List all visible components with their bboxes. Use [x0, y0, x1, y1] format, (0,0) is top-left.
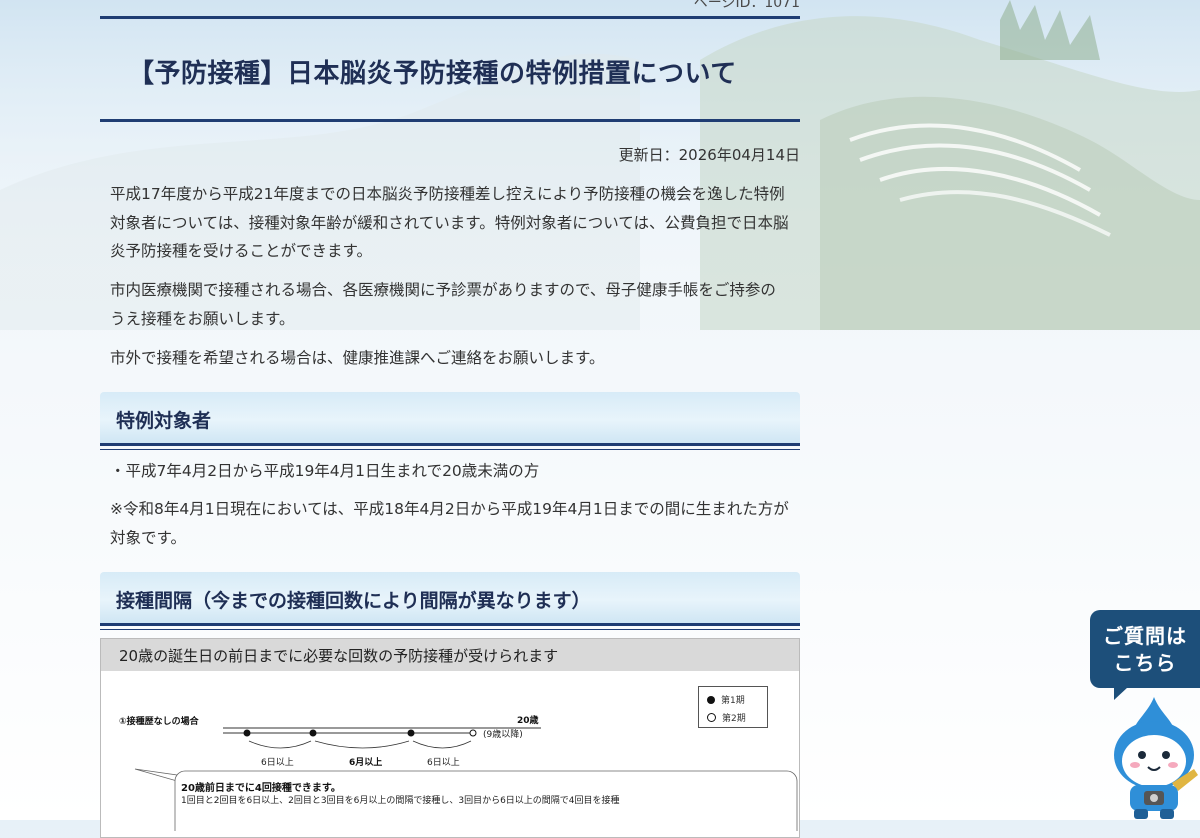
interval-diagram: 20歳の誕生日の前日までに必要な回数の予防接種が受けられます 第1期 第2期 ①… [100, 638, 800, 838]
page-title: 【予防接種】日本脳炎予防接種の特例措置について [128, 59, 737, 89]
eligible-item: ・平成7年4月2日から平成19年4月1日生まれで20歳未満の方 [110, 462, 540, 480]
section-title: 接種間隔（今までの接種回数により間隔が異なります） [116, 590, 591, 612]
section-heading-eligible: 特例対象者 [100, 392, 800, 450]
mascot-character-icon[interactable] [1108, 695, 1200, 820]
timeline-graphic [134, 727, 798, 831]
faq-help-button[interactable]: ご質問は こちら [1090, 610, 1200, 700]
help-line-2: こちら [1113, 651, 1177, 675]
callout-text: 1回目と2回目を6日以上、2回目と3回目を6月以上の間隔で接種し、3回目から6日… [181, 796, 620, 806]
eligible-note: ※令和8年4月1日現在においては、平成18年4月2日から平成19年4月1日までの… [110, 500, 789, 547]
section-heading-interval: 接種間隔（今までの接種回数により間隔が異なります） [100, 572, 800, 630]
intro-paragraph-3: 市外で接種を希望される場合は、健康推進課へご連絡をお願いします。 [110, 349, 605, 367]
gap-label: 6日以上 [261, 758, 294, 768]
diagram-header: 20歳の誕生日の前日までに必要な回数の予防接種が受けられます [101, 639, 799, 671]
gap-label: 6月以上 [349, 758, 383, 768]
section-title: 特例対象者 [116, 410, 212, 432]
intro-paragraph-1: 平成17年度から平成21年度までの日本脳炎予防接種差し控えにより予防接種の機会を… [110, 185, 789, 260]
page-title-box: 【予防接種】日本脳炎予防接種の特例措置について [100, 16, 800, 122]
after-9-label: (9歳以降) [483, 730, 523, 740]
help-line-1: ご質問は [1103, 624, 1187, 648]
gap-label: 6日以上 [427, 758, 460, 768]
page-id: ページID：1071 [693, 0, 800, 11]
intro-paragraph-2: 市内医療機関で接種される場合、各医療機関に予診票がありますので、母子健康手帳をご… [110, 281, 776, 328]
callout-title: 20歳前日までに4回接種できます。 [181, 783, 341, 794]
updated-date: 更新日：2026年04月14日 [618, 146, 800, 164]
